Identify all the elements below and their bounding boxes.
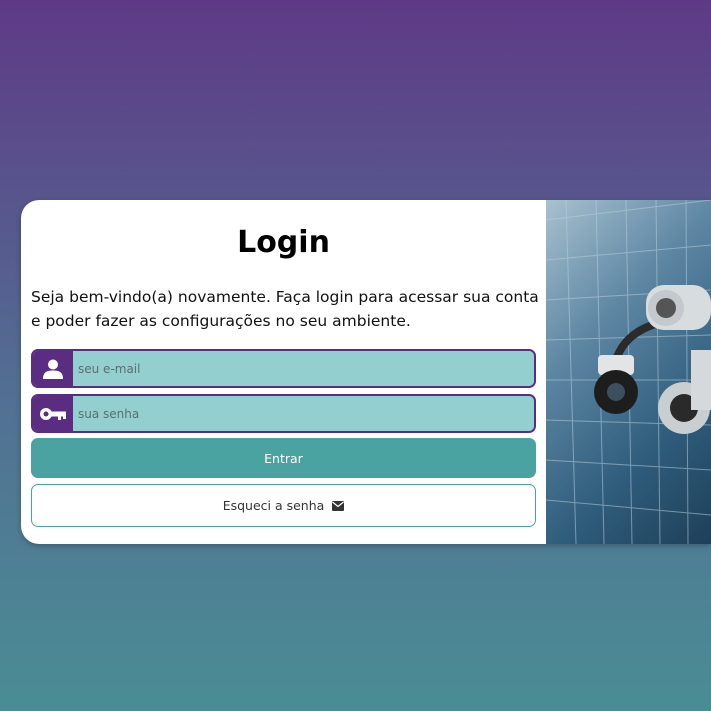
login-button[interactable]: Entrar — [31, 438, 536, 478]
email-field — [31, 349, 536, 388]
password-field — [31, 394, 536, 433]
security-camera-image — [546, 200, 711, 544]
forgot-password-label: Esqueci a senha — [222, 498, 325, 513]
key-icon — [33, 396, 73, 431]
welcome-text: Seja bem-vindo(a) novamente. Faça login … — [31, 288, 539, 330]
forgot-password-button[interactable]: Esqueci a senha — [31, 484, 536, 527]
login-card: Login Seja bem-vindo(a) novamente. Faça … — [21, 200, 711, 544]
login-form: Login Seja bem-vindo(a) novamente. Faça … — [21, 200, 546, 544]
password-input[interactable] — [73, 396, 534, 431]
user-icon — [33, 351, 73, 386]
email-input[interactable] — [73, 351, 534, 386]
envelope-icon — [332, 500, 345, 511]
page-title: Login — [237, 225, 330, 260]
